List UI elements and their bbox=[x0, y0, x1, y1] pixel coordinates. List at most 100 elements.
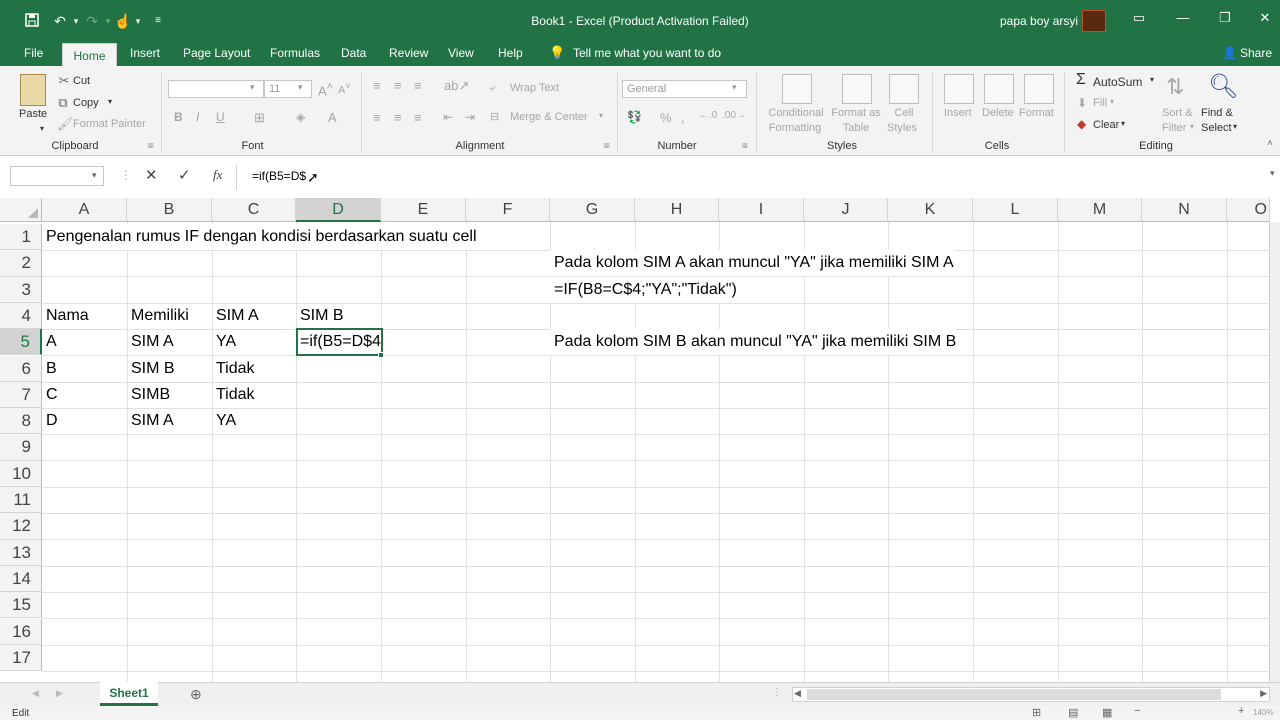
column-header-a[interactable]: A bbox=[42, 198, 127, 222]
column-header-c[interactable]: C bbox=[212, 198, 296, 222]
cell-b4[interactable]: Memiliki bbox=[127, 303, 189, 329]
font-size-combo[interactable]: 11 bbox=[264, 80, 312, 98]
wrap-text-button[interactable]: Wrap Text bbox=[510, 82, 559, 94]
fill-dropdown-icon[interactable]: ▾ bbox=[1110, 97, 1114, 106]
column-header-e[interactable]: E bbox=[381, 198, 466, 222]
copy-dropdown-icon[interactable]: ▾ bbox=[108, 97, 112, 106]
select-all-button[interactable] bbox=[0, 198, 42, 222]
name-box-dropdown-icon[interactable]: ▾ bbox=[92, 170, 97, 181]
merge-dropdown-icon[interactable]: ▾ bbox=[599, 111, 603, 120]
tab-review[interactable]: Review bbox=[389, 46, 428, 60]
cell-styles-label-2[interactable]: Styles bbox=[884, 122, 920, 134]
touch-mode-icon[interactable]: ☝ bbox=[114, 12, 131, 30]
prev-sheet-icon[interactable]: ◀ bbox=[32, 688, 39, 699]
row-header-2[interactable]: 2 bbox=[0, 250, 42, 277]
horizontal-scrollbar[interactable]: ◀ ▶ bbox=[792, 687, 1270, 702]
cell-g3[interactable]: =IF(B8=C$4;"YA";"Tidak") bbox=[550, 276, 737, 303]
number-format-combo[interactable]: General bbox=[622, 80, 747, 98]
expand-formula-bar-icon[interactable]: ▾ bbox=[1270, 168, 1275, 179]
column-header-b[interactable]: B bbox=[127, 198, 212, 222]
increase-indent-icon[interactable]: ⇥ bbox=[465, 110, 475, 124]
minimize-icon[interactable]: — bbox=[1172, 10, 1194, 30]
row-header-5[interactable]: 5 bbox=[0, 329, 42, 356]
format-as-table-label-1[interactable]: Format as bbox=[828, 107, 884, 119]
share-button[interactable]: Share bbox=[1240, 46, 1272, 60]
ribbon-display-icon[interactable]: ▭ bbox=[1128, 10, 1150, 30]
accounting-format-icon[interactable]: 💱 bbox=[627, 110, 642, 124]
row-header-4[interactable]: 4 bbox=[0, 302, 42, 330]
decrease-indent-icon[interactable]: ⇤ bbox=[443, 110, 453, 124]
scroll-right-icon[interactable]: ▶ bbox=[1260, 688, 1267, 699]
alignment-launcher-icon[interactable]: ⧈ bbox=[604, 140, 610, 151]
borders-icon[interactable]: ⊞ bbox=[254, 110, 265, 126]
font-color-icon[interactable]: A bbox=[328, 110, 337, 125]
row-header-11[interactable]: 11 bbox=[0, 487, 42, 514]
column-header-l[interactable]: L bbox=[973, 198, 1058, 222]
column-header-f[interactable]: F bbox=[466, 198, 550, 222]
align-center-icon[interactable]: ≡ bbox=[394, 110, 402, 125]
tab-data[interactable]: Data bbox=[341, 46, 366, 60]
column-header-k[interactable]: K bbox=[888, 198, 973, 222]
enter-icon[interactable]: ✓ bbox=[178, 166, 191, 184]
fill-color-icon[interactable]: ◈ bbox=[296, 110, 305, 124]
avatar[interactable] bbox=[1082, 10, 1106, 32]
save-icon[interactable] bbox=[24, 12, 40, 30]
middle-align-icon[interactable]: ≡ bbox=[394, 78, 402, 93]
row-header-14[interactable]: 14 bbox=[0, 565, 42, 593]
sheet-tab-sheet1[interactable]: Sheet1 bbox=[100, 682, 158, 706]
row-header-3[interactable]: 3 bbox=[0, 276, 42, 303]
tab-insert[interactable]: Insert bbox=[130, 46, 160, 60]
collapse-ribbon-icon[interactable]: ˄ bbox=[1267, 138, 1273, 149]
next-sheet-icon[interactable]: ▶ bbox=[56, 688, 63, 699]
top-align-icon[interactable]: ≡ bbox=[373, 78, 381, 93]
find-select-dropdown-icon[interactable]: ▾ bbox=[1233, 122, 1237, 131]
font-size-dropdown-icon[interactable]: ▾ bbox=[298, 82, 303, 93]
insert-cells-button[interactable]: Insert bbox=[944, 107, 972, 119]
row-header-7[interactable]: 7 bbox=[0, 381, 42, 409]
number-launcher-icon[interactable]: ⧈ bbox=[742, 140, 748, 151]
clipboard-launcher-icon[interactable]: ⧈ bbox=[148, 140, 154, 151]
cell-a8[interactable]: D bbox=[42, 408, 58, 434]
tab-page-layout[interactable]: Page Layout bbox=[183, 46, 250, 60]
cell-d5[interactable]: =if(B5=D$4 bbox=[296, 329, 381, 355]
row-header-17[interactable]: 17 bbox=[0, 644, 42, 672]
normal-view-icon[interactable]: ⊞ bbox=[1032, 706, 1041, 719]
merge-center-button[interactable]: Merge & Center bbox=[510, 111, 588, 123]
undo-icon[interactable]: ↶ bbox=[52, 12, 68, 30]
column-header-d[interactable]: D bbox=[296, 198, 381, 222]
cell-b5[interactable]: SIM A bbox=[127, 329, 174, 355]
page-layout-view-icon[interactable]: ▤ bbox=[1068, 706, 1078, 719]
cell-c5[interactable]: YA bbox=[212, 329, 236, 355]
cell-a6[interactable]: B bbox=[42, 356, 57, 382]
format-as-table-label-2[interactable]: Table bbox=[828, 122, 884, 134]
comma-style-button[interactable]: , bbox=[681, 110, 685, 125]
tab-formulas[interactable]: Formulas bbox=[270, 46, 320, 60]
row-header-13[interactable]: 13 bbox=[0, 539, 42, 566]
align-left-icon[interactable]: ≡ bbox=[373, 110, 381, 125]
cell-c8[interactable]: YA bbox=[212, 408, 236, 434]
name-box[interactable] bbox=[10, 166, 104, 186]
bottom-align-icon[interactable]: ≡ bbox=[414, 78, 422, 93]
decrease-font-icon[interactable]: A˅ bbox=[338, 81, 351, 97]
delete-cells-button[interactable]: Delete bbox=[982, 107, 1014, 119]
column-header-j[interactable]: J bbox=[804, 198, 888, 222]
insert-function-icon[interactable]: fx bbox=[213, 167, 222, 183]
cell-a4[interactable]: Nama bbox=[42, 303, 89, 329]
decrease-decimal-icon[interactable]: .00→ bbox=[722, 110, 746, 121]
cell-b7[interactable]: SIMB bbox=[127, 382, 170, 408]
column-header-h[interactable]: H bbox=[635, 198, 719, 222]
restore-icon[interactable]: ❐ bbox=[1214, 10, 1236, 30]
scroll-left-icon[interactable]: ◀ bbox=[794, 688, 801, 699]
zoom-level[interactable]: 140% bbox=[1253, 708, 1273, 717]
format-painter-button[interactable]: Format Painter bbox=[73, 118, 146, 130]
font-name-dropdown-icon[interactable]: ▾ bbox=[250, 82, 255, 93]
cell-styles-label-1[interactable]: Cell bbox=[886, 107, 922, 119]
format-cells-button[interactable]: Format bbox=[1019, 107, 1054, 119]
conditional-formatting-label-1[interactable]: Conditional bbox=[765, 107, 827, 119]
column-header-n[interactable]: N bbox=[1142, 198, 1227, 222]
cell-c4[interactable]: SIM A bbox=[212, 303, 259, 329]
paste-icon[interactable] bbox=[20, 74, 46, 106]
increase-font-icon[interactable]: A˄ bbox=[318, 81, 333, 98]
row-header-15[interactable]: 15 bbox=[0, 592, 42, 619]
zoom-in-icon[interactable]: + bbox=[1238, 705, 1244, 717]
